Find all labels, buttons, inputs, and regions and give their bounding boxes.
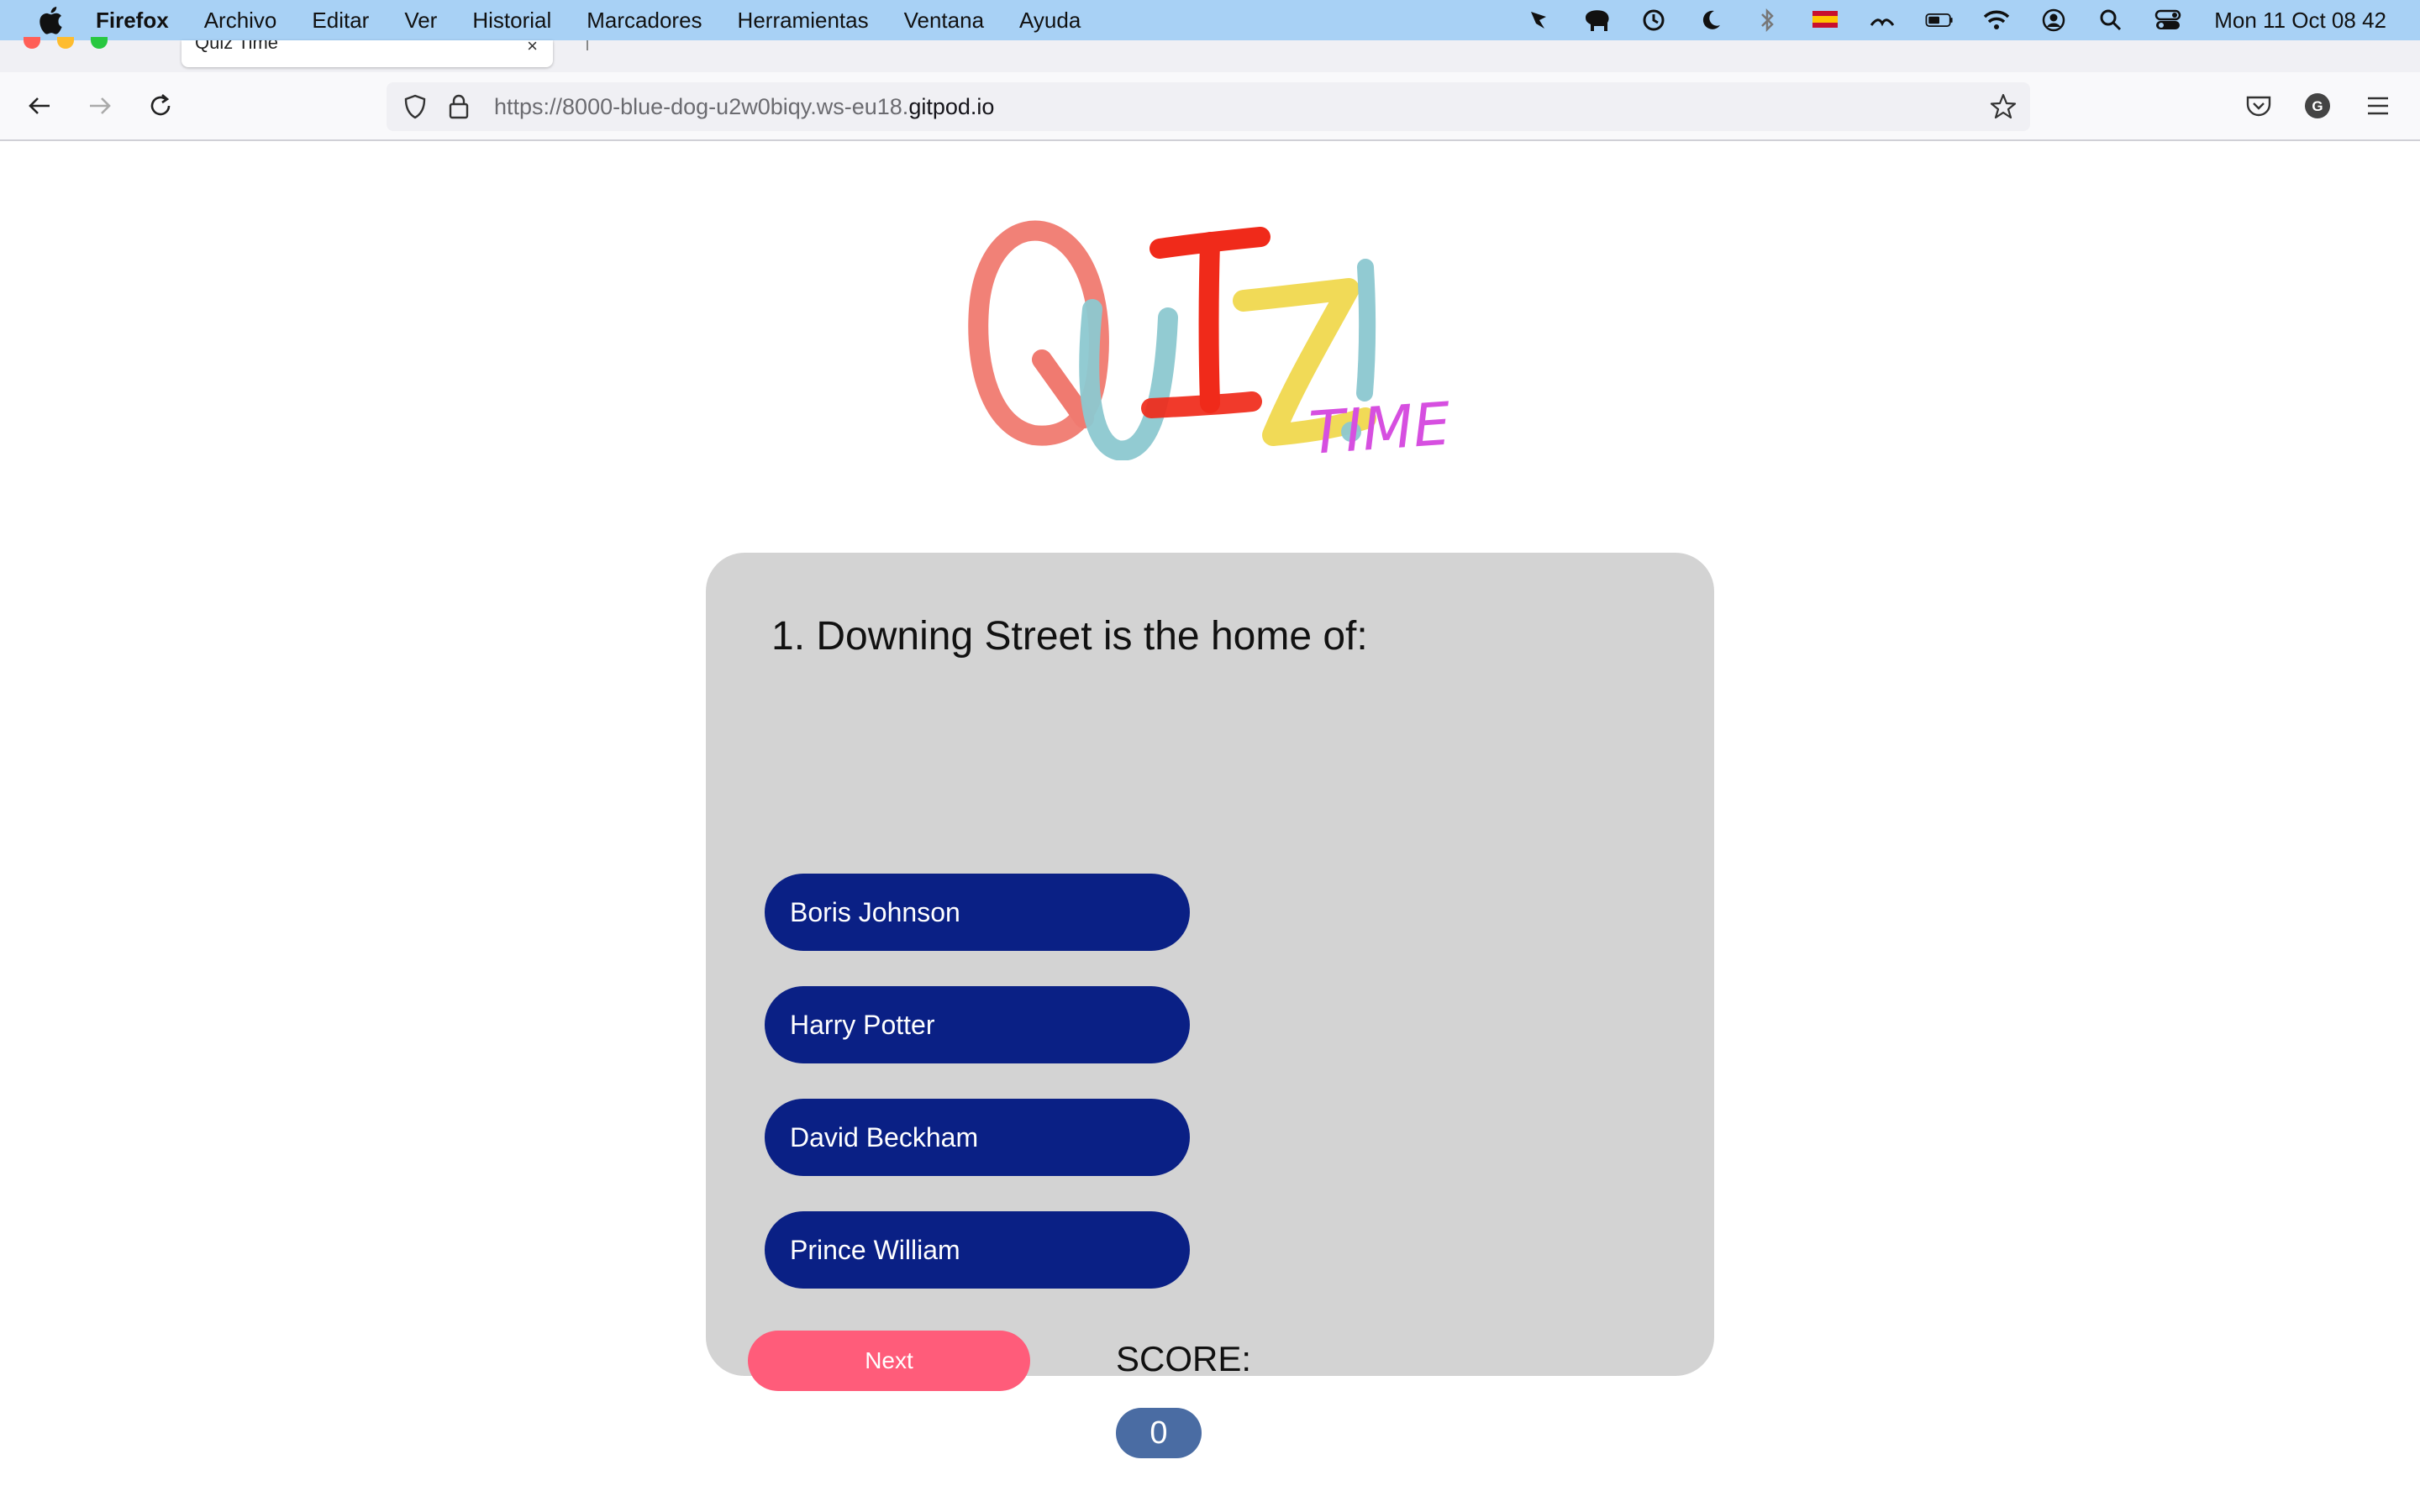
tab-title: Quiz Time (195, 40, 279, 53)
reload-button[interactable] (141, 87, 180, 125)
moon-icon[interactable] (1697, 6, 1725, 34)
next-button[interactable]: Next (748, 1331, 1030, 1391)
wifi-icon[interactable] (1982, 6, 2011, 34)
tab-strip: Quiz Time × (0, 37, 2420, 72)
time-machine-icon[interactable] (1639, 6, 1668, 34)
bird-app-icon[interactable] (1525, 6, 1554, 34)
svg-text:G: G (2312, 98, 2323, 114)
search-icon[interactable] (2096, 6, 2125, 34)
spain-flag-icon[interactable] (1811, 6, 1839, 34)
forward-arrow-icon (90, 97, 111, 114)
answer-button-harry-potter[interactable]: Harry Potter (765, 986, 1190, 1063)
tab-quiz-time[interactable]: Quiz Time × (182, 40, 553, 67)
pocket-icon[interactable] (2240, 87, 2277, 124)
menu-marcadores[interactable]: Marcadores (587, 8, 702, 34)
tab-close-icon[interactable]: × (527, 40, 538, 57)
zoom-window-button[interactable] (91, 37, 108, 49)
score-badge: 0 (1116, 1408, 1202, 1458)
answer-button-prince-william[interactable]: Prince William (765, 1211, 1190, 1289)
question-text: 1. Downing Street is the home of: (771, 614, 1368, 659)
svg-text:TIME: TIME (1307, 389, 1453, 460)
url-prefix: https://8000-blue-dog-u2w0biqy.ws-eu18. (494, 93, 909, 119)
apple-icon[interactable] (34, 3, 67, 37)
bookmark-star-icon[interactable] (1986, 90, 2020, 123)
account-avatar-icon[interactable]: G (2299, 87, 2336, 124)
menu-ventana[interactable]: Ventana (904, 8, 984, 34)
shield-icon[interactable] (398, 90, 432, 123)
user-icon[interactable] (2039, 6, 2068, 34)
menu-app-name[interactable]: Firefox (96, 8, 169, 34)
url-text[interactable]: https://8000-blue-dog-u2w0biqy.ws-eu18.g… (494, 94, 994, 120)
forward-button[interactable] (81, 87, 119, 125)
battery-icon[interactable] (1925, 6, 1954, 34)
url-host: gitpod.io (908, 93, 995, 119)
menu-herramientas[interactable]: Herramientas (738, 8, 869, 34)
menu-bar: Firefox Archivo Editar Ver Historial Mar… (0, 0, 2420, 40)
menu-ayuda[interactable]: Ayuda (1019, 8, 1081, 34)
wave-icon[interactable] (1868, 6, 1897, 34)
bluetooth-icon[interactable] (1754, 6, 1782, 34)
back-arrow-icon (29, 97, 50, 114)
menu-historial[interactable]: Historial (472, 8, 551, 34)
answer-button-david-beckham[interactable]: David Beckham (765, 1099, 1190, 1176)
back-button[interactable] (20, 87, 59, 125)
answer-button-boris-johnson[interactable]: Boris Johnson (765, 874, 1190, 951)
quiz-card: 1. Downing Street is the home of: Boris … (706, 553, 1714, 1458)
menubar-clock[interactable]: Mon 11 Oct 08 42 (2214, 8, 2386, 34)
menu-ver[interactable]: Ver (404, 8, 437, 34)
menu-editar[interactable]: Editar (312, 8, 369, 34)
tab-separator (587, 40, 588, 50)
control-center-icon[interactable] (2154, 6, 2182, 34)
reload-icon (150, 94, 171, 116)
page-content: TIME 1. Downing Street is the home of: B… (0, 143, 2420, 1512)
hamburger-menu-icon[interactable] (2360, 87, 2396, 124)
elephant-icon[interactable] (1582, 6, 1611, 34)
lock-icon[interactable] (442, 90, 476, 123)
quiz-time-logo: TIME (968, 220, 1454, 460)
close-window-button[interactable] (24, 37, 40, 49)
menu-archivo[interactable]: Archivo (204, 8, 277, 34)
nav-toolbar: https://8000-blue-dog-u2w0biqy.ws-eu18.g… (0, 72, 2420, 141)
status-area: Mon 11 Oct 08 42 (1525, 0, 2386, 40)
url-bar[interactable]: https://8000-blue-dog-u2w0biqy.ws-eu18.g… (387, 82, 2030, 131)
score-label: SCORE: (1116, 1339, 1252, 1378)
minimize-window-button[interactable] (57, 37, 74, 49)
